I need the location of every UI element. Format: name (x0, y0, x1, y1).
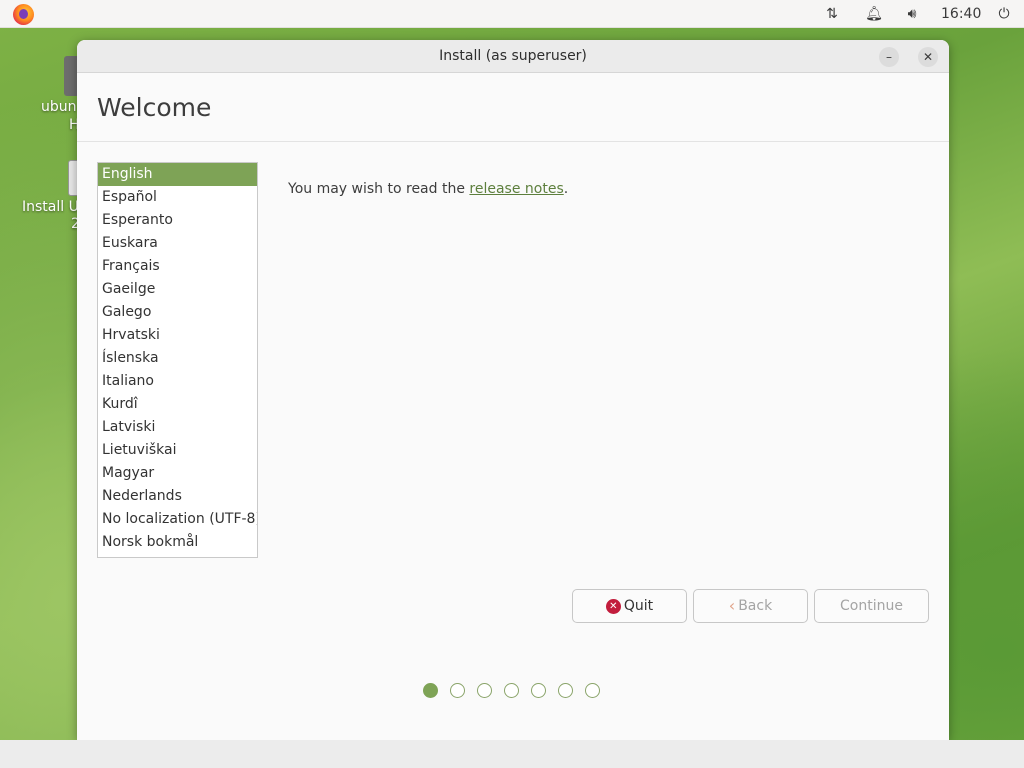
language-item[interactable]: Español (98, 186, 257, 209)
language-item[interactable]: Gaeilge (98, 278, 257, 301)
release-notes-text: You may wish to read the release notes. (288, 181, 568, 197)
desktop-icon-label: Install U (22, 199, 79, 215)
progress-step-dot (504, 683, 519, 698)
close-button[interactable]: ✕ (918, 47, 938, 67)
release-notes-prefix: You may wish to read the (288, 181, 470, 197)
language-item[interactable]: English (98, 163, 257, 186)
clock[interactable]: 16:40 (941, 5, 981, 23)
window-title: Install (as superuser) (439, 48, 587, 64)
language-item[interactable]: Galego (98, 301, 257, 324)
network-icon[interactable]: ⇅ (822, 5, 842, 23)
bottom-bar (0, 740, 1024, 768)
progress-step-dot (423, 683, 438, 698)
quit-icon: ✕ (605, 598, 621, 614)
language-item[interactable]: Français (98, 255, 257, 278)
continue-button[interactable]: Continue (814, 589, 929, 623)
release-notes-link[interactable]: release notes (469, 181, 563, 197)
back-arrow-icon: ‹ (728, 596, 736, 615)
language-item[interactable]: Magyar (98, 462, 257, 485)
continue-label: Continue (840, 598, 903, 614)
top-bar: ⇅ 🔔︎ 🔊︎ 16:40 ⏻ (0, 0, 1024, 28)
language-item[interactable]: Lietuviškai (98, 439, 257, 462)
firefox-icon[interactable] (13, 4, 34, 25)
back-button[interactable]: ‹ Back (693, 589, 808, 623)
back-label: Back (738, 598, 773, 614)
bell-icon[interactable]: 🔔︎ (864, 5, 884, 23)
minimize-button[interactable]: – (879, 47, 899, 67)
progress-step-dot (531, 683, 546, 698)
language-item[interactable]: Hrvatski (98, 324, 257, 347)
progress-step-dot (558, 683, 573, 698)
language-item[interactable]: Kurdî (98, 393, 257, 416)
power-icon[interactable]: ⏻ (994, 5, 1014, 23)
page-title: Welcome (97, 93, 212, 122)
language-item[interactable]: Euskara (98, 232, 257, 255)
language-item[interactable]: Esperanto (98, 209, 257, 232)
progress-dots (423, 683, 600, 698)
progress-step-dot (477, 683, 492, 698)
release-notes-suffix: . (563, 181, 569, 197)
installer-window: Install (as superuser) – ✕ Welcome Engli… (77, 40, 949, 740)
language-list[interactable]: English Español Esperanto Euskara Français Ga… (97, 162, 258, 558)
language-item[interactable]: Italiano (98, 370, 257, 393)
quit-button[interactable]: ✕ Quit (572, 589, 687, 623)
desktop-icon-label: ubun (41, 99, 77, 115)
language-item[interactable]: No localization (UTF-8) (98, 508, 257, 531)
volume-icon[interactable]: 🔊︎ (902, 5, 922, 23)
language-item[interactable]: Nederlands (98, 485, 257, 508)
language-item[interactable]: Latviski (98, 416, 257, 439)
language-item[interactable]: Íslenska (98, 347, 257, 370)
language-item[interactable]: Norsk bokmål (98, 531, 257, 554)
page-header: Welcome (77, 73, 949, 142)
progress-step-dot (450, 683, 465, 698)
quit-label: Quit (623, 598, 654, 614)
window-titlebar[interactable]: Install (as superuser) – ✕ (77, 40, 949, 73)
progress-step-dot (585, 683, 600, 698)
